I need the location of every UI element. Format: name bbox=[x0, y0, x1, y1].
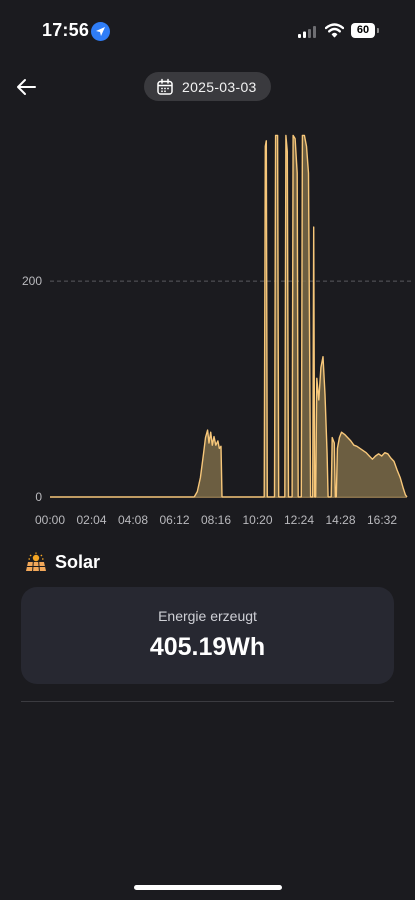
signal-icon bbox=[298, 26, 316, 38]
battery-level: 60 bbox=[351, 23, 375, 38]
y-tick-label: 0 bbox=[35, 490, 42, 504]
power-chart-svg: 0 200 00:00 02:04 04:08 06:12 08:16 10:20 12:24 1… bbox=[22, 134, 412, 527]
energy-card: Energie erzeugt 405.19Wh bbox=[21, 587, 394, 684]
solar-title: Solar bbox=[55, 551, 101, 572]
location-icon bbox=[91, 22, 110, 41]
energy-value: 405.19Wh bbox=[149, 633, 266, 661]
energy-label: Energie erzeugt bbox=[158, 608, 257, 624]
divider bbox=[21, 701, 394, 702]
back-button[interactable] bbox=[12, 74, 40, 100]
arrow-left-icon bbox=[17, 79, 36, 95]
home-indicator[interactable] bbox=[134, 885, 282, 890]
x-tick-label: 00:00 bbox=[35, 513, 65, 527]
x-tick-label: 12:24 bbox=[284, 513, 314, 527]
y-tick-label: 200 bbox=[22, 274, 42, 288]
status-bar: 17:56 60 bbox=[0, 0, 415, 60]
x-tick-label: 08:16 bbox=[201, 513, 231, 527]
date-label: 2025-03-03 bbox=[182, 78, 257, 95]
x-tick-label: 14:28 bbox=[325, 513, 355, 527]
series-line bbox=[50, 134, 408, 498]
solar-panel-icon bbox=[26, 552, 46, 572]
calendar-icon bbox=[157, 78, 173, 95]
power-chart: 0 200 00:00 02:04 04:08 06:12 08:16 10:20 12:24 1… bbox=[0, 120, 415, 540]
x-tick-label: 04:08 bbox=[118, 513, 148, 527]
battery-cap bbox=[377, 28, 379, 33]
screen: 17:56 60 2025-03-03 0 200 00:00 02:04 04… bbox=[0, 0, 415, 900]
series-area bbox=[50, 135, 407, 497]
x-tick-label: 02:04 bbox=[76, 513, 106, 527]
x-tick-label: 10:20 bbox=[242, 513, 272, 527]
x-tick-label: 16:32 bbox=[367, 513, 397, 527]
status-time: 17:56 bbox=[42, 20, 90, 40]
date-picker-button[interactable]: 2025-03-03 bbox=[144, 72, 271, 101]
x-tick-label: 06:12 bbox=[159, 513, 189, 527]
solar-header: Solar bbox=[25, 550, 100, 574]
wifi-icon bbox=[325, 23, 344, 38]
